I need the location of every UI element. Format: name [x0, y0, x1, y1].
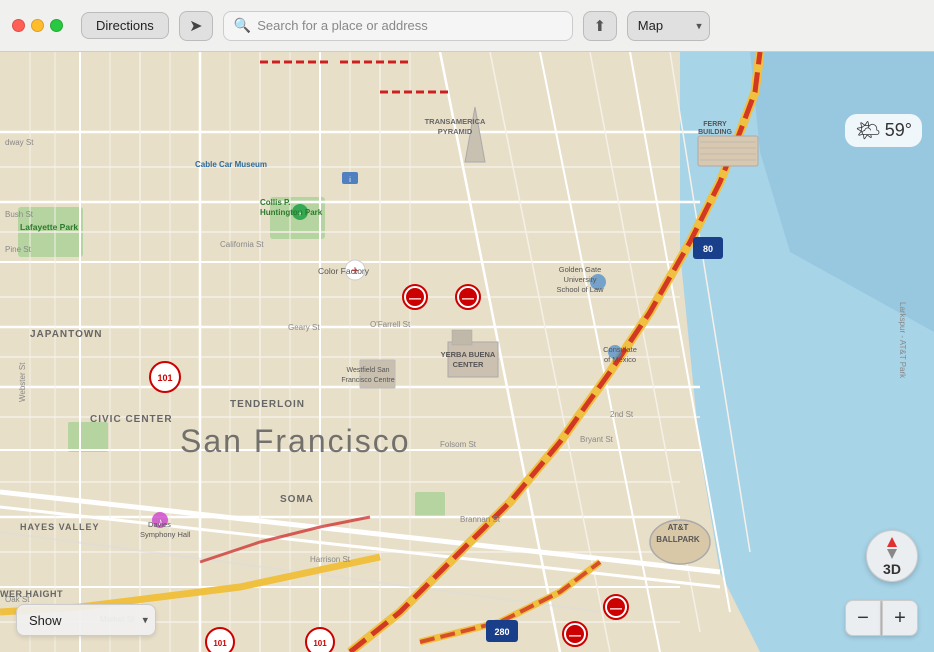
svg-text:Bush St: Bush St [5, 210, 34, 219]
svg-text:Francisco Centre: Francisco Centre [341, 377, 394, 384]
svg-text:Lafayette Park: Lafayette Park [20, 222, 78, 232]
map-type-select[interactable]: Map Transit Satellite Hybrid [627, 11, 710, 41]
show-dropdown-container[interactable]: Show Traffic Satellite Points of Interes… [16, 604, 156, 636]
zoom-controls: − + [845, 600, 918, 636]
svg-text:—: — [610, 601, 622, 615]
svg-text:101: 101 [313, 639, 327, 648]
svg-text:Geary St: Geary St [288, 323, 320, 332]
3d-view-button[interactable]: 3D [866, 530, 918, 582]
svg-text:dway St: dway St [5, 138, 34, 147]
share-icon: ⬆ [594, 17, 607, 35]
svg-text:California St: California St [220, 240, 264, 249]
svg-text:BALLPARK: BALLPARK [656, 535, 700, 544]
svg-text:Westfield San: Westfield San [346, 367, 389, 374]
show-selector[interactable]: Show Traffic Satellite Points of Interes… [16, 604, 156, 636]
svg-text:Symphony Hall: Symphony Hall [140, 530, 191, 539]
3d-label: 3D [883, 562, 901, 576]
svg-text:BUILDING: BUILDING [698, 129, 732, 136]
map-svg: — — — — 80 101 101 101 280 [0, 52, 934, 652]
search-icon: 🔍 [234, 17, 251, 34]
svg-text:SOMA: SOMA [280, 494, 314, 505]
weather-icon: 🌤 [855, 118, 880, 143]
directions-label: Directions [96, 18, 154, 33]
svg-text:—: — [462, 291, 474, 305]
svg-text:101: 101 [157, 373, 172, 383]
show-select[interactable]: Show Traffic Satellite Points of Interes… [16, 604, 156, 636]
map-container[interactable]: — — — — 80 101 101 101 280 [0, 52, 934, 652]
zoom-out-button[interactable]: − [845, 600, 881, 636]
map-type-selector[interactable]: Map Transit Satellite Hybrid [627, 11, 710, 41]
svg-text:School of Law: School of Law [556, 285, 604, 294]
svg-text:Davies: Davies [148, 520, 171, 529]
close-button[interactable] [12, 19, 25, 32]
svg-text:80: 80 [703, 244, 713, 254]
svg-text:University: University [564, 275, 597, 284]
current-location-button[interactable]: ➤ [179, 11, 213, 41]
svg-text:Color Factory: Color Factory [318, 266, 370, 276]
svg-text:2nd St: 2nd St [610, 410, 634, 419]
zoom-in-icon: + [894, 607, 906, 630]
share-button[interactable]: ⬆ [583, 11, 617, 41]
compass-north-icon [887, 537, 897, 547]
svg-text:Golden Gate: Golden Gate [559, 265, 602, 274]
svg-text:of Mexico: of Mexico [604, 355, 636, 364]
weather-badge: 🌤 59° [845, 114, 922, 147]
window-controls [12, 19, 63, 32]
svg-text:YERBA BUENA: YERBA BUENA [441, 350, 496, 359]
svg-text:San Francisco: San Francisco [180, 423, 411, 459]
svg-text:Brannan St: Brannan St [460, 515, 501, 524]
svg-text:Pine St: Pine St [5, 245, 32, 254]
svg-text:Huntington Park: Huntington Park [260, 208, 323, 217]
svg-text:TENDERLOIN: TENDERLOIN [230, 399, 305, 410]
svg-text:Bryant St: Bryant St [580, 435, 614, 444]
compass-south-icon [887, 549, 897, 559]
svg-text:CENTER: CENTER [453, 360, 484, 369]
svg-text:Larkspur - AT&T Park: Larkspur - AT&T Park [898, 302, 907, 379]
svg-text:TRANSAMERICA: TRANSAMERICA [425, 117, 486, 126]
svg-text:CIVIC CENTER: CIVIC CENTER [90, 414, 173, 425]
svg-text:—: — [569, 628, 581, 642]
svg-text:FERRY: FERRY [703, 121, 727, 128]
svg-text:—: — [409, 291, 421, 305]
svg-text:280: 280 [494, 627, 509, 637]
svg-text:Oak St: Oak St [5, 595, 30, 604]
svg-text:Collis P.: Collis P. [260, 198, 291, 207]
titlebar: Directions ➤ 🔍 Search for a place or add… [0, 0, 934, 52]
svg-text:Harrison St: Harrison St [310, 555, 351, 564]
svg-text:101: 101 [213, 639, 227, 648]
svg-text:HAYES VALLEY: HAYES VALLEY [20, 522, 100, 532]
svg-text:AT&T: AT&T [668, 523, 689, 532]
zoom-out-icon: − [857, 607, 869, 630]
temperature-display: 59° [885, 120, 912, 141]
minimize-button[interactable] [31, 19, 44, 32]
search-bar[interactable]: 🔍 Search for a place or address [223, 11, 573, 41]
svg-text:PYRAMID: PYRAMID [438, 127, 473, 136]
svg-text:JAPANTOWN: JAPANTOWN [30, 329, 103, 340]
search-placeholder: Search for a place or address [257, 18, 428, 33]
zoom-in-button[interactable]: + [882, 600, 918, 636]
location-icon: ➤ [189, 16, 202, 36]
svg-text:Cable Car Museum: Cable Car Museum [195, 160, 267, 169]
fullscreen-button[interactable] [50, 19, 63, 32]
svg-text:Folsom St: Folsom St [440, 440, 477, 449]
svg-text:Webster St: Webster St [18, 362, 27, 402]
directions-button[interactable]: Directions [81, 12, 169, 39]
svg-text:Consulate: Consulate [603, 345, 637, 354]
svg-text:O'Farrell St: O'Farrell St [370, 320, 411, 329]
